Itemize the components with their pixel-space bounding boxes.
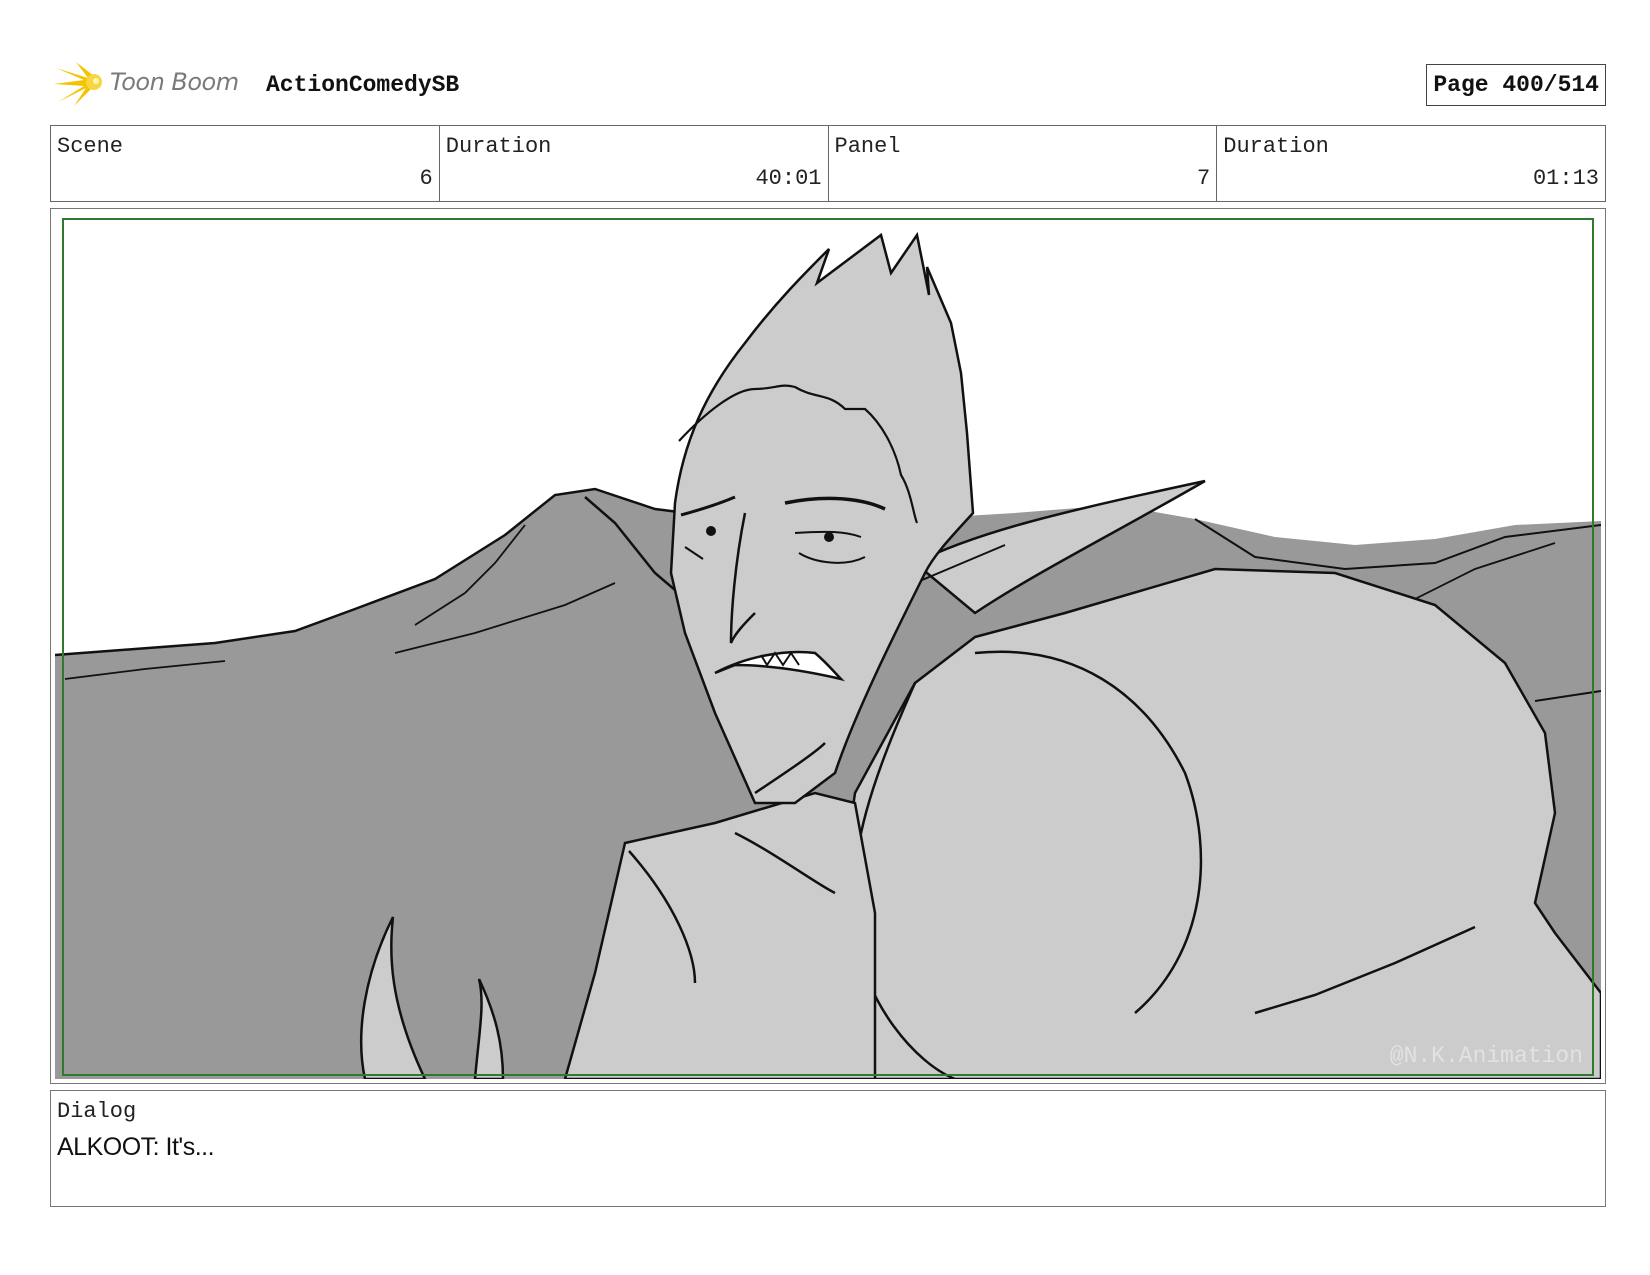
scene-duration-value: 40:01 <box>755 166 822 191</box>
dialog-label: Dialog <box>57 1099 137 1124</box>
panel-duration-cell: Duration 01:13 <box>1217 126 1605 201</box>
logo-text: Toon Boom <box>110 68 239 96</box>
watermark: @N.K.Animation <box>1389 1043 1583 1069</box>
dialog-text: ALKOOT: It's... <box>57 1133 215 1161</box>
toon-boom-logo: Toon Boom <box>54 58 254 110</box>
scene-duration-label: Duration <box>445 134 552 159</box>
scene-label: Scene <box>57 134 124 159</box>
scene-duration-cell: Duration 40:01 <box>440 126 829 201</box>
panel-duration-label: Duration <box>1223 134 1329 159</box>
scene-value: 6 <box>419 166 433 191</box>
dialog-section: Dialog ALKOOT: It's... <box>50 1090 1606 1207</box>
toon-boom-star-icon <box>54 62 102 106</box>
storyboard-panel: @N.K.Animation <box>50 208 1606 1084</box>
storyboard-header: Toon Boom ActionComedySB Page 400/514 <box>50 58 1606 110</box>
panel-label: Panel <box>834 134 901 159</box>
panel-cell: Panel 7 <box>829 126 1218 201</box>
scene-info-table: Scene 6 Duration 40:01 Panel 7 Duration … <box>50 125 1606 202</box>
page-indicator: Page 400/514 <box>1426 64 1606 106</box>
scene-cell: Scene 6 <box>51 126 440 201</box>
character-right-eye <box>824 532 834 542</box>
panel-drawing <box>55 213 1601 1079</box>
character-left-eye <box>706 526 716 536</box>
project-title: ActionComedySB <box>266 72 460 98</box>
panel-duration-value: 01:13 <box>1532 166 1599 191</box>
panel-value: 7 <box>1197 166 1211 191</box>
